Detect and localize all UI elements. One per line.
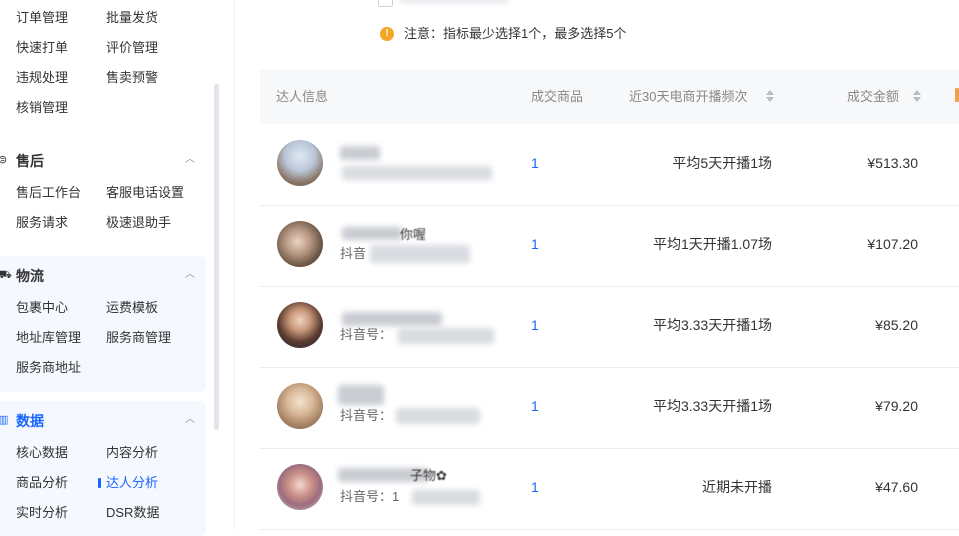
deal-amount: ¥513.30 <box>867 155 918 171</box>
metric-checkbox[interactable] <box>378 0 393 7</box>
sidebar-item-batch-shipping[interactable]: 批量发货 <box>106 11 158 25</box>
sidebar-item-fast-refund-assistant[interactable]: 极速退助手 <box>106 216 171 230</box>
deal-amount: ¥47.60 <box>875 479 918 495</box>
table-row[interactable]: 1 平均5天开播1场 ¥513.30 <box>260 124 959 206</box>
divider <box>234 0 235 530</box>
avatar[interactable] <box>277 302 323 348</box>
sidebar-item-package-center[interactable]: 包裹中心 <box>16 301 68 315</box>
avatar[interactable] <box>277 383 323 429</box>
talent-name-redacted <box>338 385 384 405</box>
sidebar-item-review-management[interactable]: 评价管理 <box>106 41 158 55</box>
after-sales-icon: ⊜ <box>0 154 8 166</box>
talent-id-redacted <box>370 245 470 263</box>
talent-id-redacted <box>412 490 480 505</box>
sidebar-item-redemption[interactable]: 核销管理 <box>16 101 68 115</box>
talent-id-label: 抖音号： <box>340 327 393 342</box>
talent-name-suffix: 子物✿ <box>410 468 447 483</box>
sidebar-item-address-library[interactable]: 地址库管理 <box>16 331 81 345</box>
deal-amount: ¥107.20 <box>867 236 918 252</box>
talent-id-redacted <box>342 166 492 180</box>
sidebar-item-core-data[interactable]: 核心数据 <box>16 446 68 460</box>
sidebar-item-order-management[interactable]: 订单管理 <box>16 11 68 25</box>
talent-id-label: 抖音号：1 <box>340 489 400 504</box>
table-row[interactable]: 子物✿ 抖音号：1 1 近期未开播 ¥47.60 <box>260 448 959 530</box>
talent-id-label: 抖音号： <box>340 408 393 423</box>
goods-count-link[interactable]: 1 <box>531 317 539 333</box>
sidebar-item-talent-analysis[interactable]: 达人分析 <box>106 476 158 490</box>
chevron-up-icon[interactable]: ︿ <box>185 415 195 425</box>
sidebar-item-dsr-data[interactable]: DSR数据 <box>106 506 159 520</box>
talent-name-suffix: 你喔 <box>400 227 427 242</box>
sidebar-item-shipping-template[interactable]: 运费模板 <box>106 301 158 315</box>
section-logistics-title[interactable]: 物流 <box>16 269 44 283</box>
sidebar-nav: 订单管理 批量发货 快速打单 评价管理 违规处理 售卖预警 核销管理 ⊜ 售后 … <box>0 0 213 536</box>
sidebar-item-product-analysis[interactable]: 商品分析 <box>16 476 68 490</box>
column-edge-marker <box>955 88 959 102</box>
goods-count-link[interactable]: 1 <box>531 479 539 495</box>
truck-icon: ⛟ <box>0 269 12 281</box>
goods-count-link[interactable]: 1 <box>531 155 539 171</box>
sidebar-item-realtime-analysis[interactable]: 实时分析 <box>16 506 68 520</box>
section-after-sales-title[interactable]: 售后 <box>16 154 44 168</box>
live-frequency: 平均3.33天开播1场 <box>652 398 772 414</box>
sidebar-item-provider-management[interactable]: 服务商管理 <box>106 331 171 345</box>
column-header-amount[interactable]: 成交金额 <box>847 89 899 105</box>
sidebar-item-after-sales-workbench[interactable]: 售后工作台 <box>16 186 81 200</box>
deal-amount: ¥85.20 <box>875 317 918 333</box>
metric-checkbox-label <box>399 0 509 4</box>
talent-id-label: 抖音 <box>340 246 367 261</box>
chart-icon: ▥ <box>0 414 9 426</box>
sidebar-scrollbar[interactable] <box>214 84 219 430</box>
live-frequency: 近期未开播 <box>702 479 772 495</box>
column-header-talent-info: 达人信息 <box>276 89 329 104</box>
sidebar-item-content-analysis[interactable]: 内容分析 <box>106 446 158 460</box>
table-row[interactable]: 你喔 抖音 1 平均1天开播1.07场 ¥107.20 <box>260 205 959 287</box>
chevron-up-icon[interactable]: ︿ <box>185 155 195 165</box>
table-row[interactable]: 抖音号： 1 平均3.33天开播1场 ¥85.20 <box>260 286 959 368</box>
table-row[interactable]: 抖音号： 1 平均3.33天开播1场 ¥79.20 <box>260 367 959 449</box>
avatar[interactable] <box>277 464 323 510</box>
sidebar-item-provider-address[interactable]: 服务商地址 <box>16 361 81 375</box>
column-header-frequency[interactable]: 近30天电商开播频次 <box>629 89 747 105</box>
talent-id-redacted <box>398 328 494 344</box>
sidebar-item-sales-alert[interactable]: 售卖预警 <box>106 71 158 85</box>
avatar[interactable] <box>277 140 323 186</box>
section-data-title[interactable]: 数据 <box>16 414 44 428</box>
talent-id-redacted <box>396 408 480 424</box>
talent-name-redacted <box>342 312 442 326</box>
sidebar-item-violations[interactable]: 违规处理 <box>16 71 68 85</box>
sidebar-item-service-phone-settings[interactable]: 客服电话设置 <box>106 186 184 200</box>
sort-icon[interactable] <box>913 88 921 104</box>
notice-text: 注意：指标最少选择1个，最多选择5个 <box>404 26 627 41</box>
goods-count-link[interactable]: 1 <box>531 236 539 252</box>
chevron-up-icon[interactable]: ︿ <box>185 270 195 280</box>
avatar[interactable] <box>277 221 323 267</box>
live-frequency: 平均1天开播1.07场 <box>652 236 772 252</box>
goods-count-link[interactable]: 1 <box>531 398 539 414</box>
sidebar-item-service-requests[interactable]: 服务请求 <box>16 216 68 230</box>
talent-name-redacted <box>340 146 380 160</box>
sidebar-item-quick-print[interactable]: 快速打单 <box>16 41 68 55</box>
column-header-goods: 成交商品 <box>531 89 584 104</box>
talent-name-redacted <box>342 227 402 240</box>
exclamation-icon: ! <box>380 27 394 41</box>
active-indicator <box>98 478 101 488</box>
sort-icon[interactable] <box>766 88 774 104</box>
deal-amount: ¥79.20 <box>875 398 918 414</box>
live-frequency: 平均3.33天开播1场 <box>652 317 772 333</box>
live-frequency: 平均5天开播1场 <box>672 155 772 171</box>
